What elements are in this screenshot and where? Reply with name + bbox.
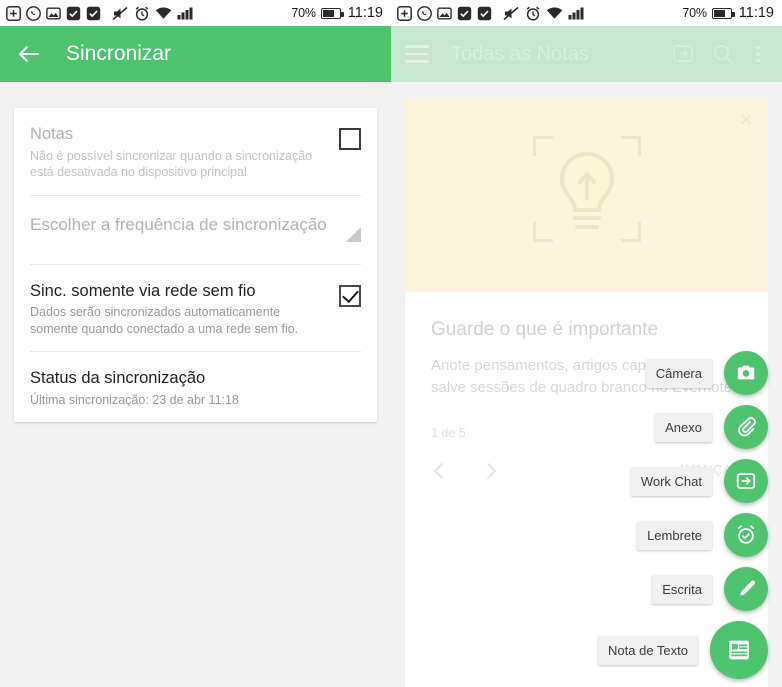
app-title: Todas as Notas xyxy=(451,42,589,65)
row-text: Status da sincronização Última sincroniz… xyxy=(30,368,361,408)
fab-row-work-chat: Work Chat xyxy=(630,459,768,503)
back-arrow-icon[interactable] xyxy=(16,41,42,67)
fab-label: Anexo xyxy=(655,412,712,442)
chevron-left-icon[interactable] xyxy=(431,462,447,479)
check-box-icon xyxy=(477,6,492,21)
camera-icon[interactable] xyxy=(724,351,768,395)
status-icons-left xyxy=(6,5,291,21)
left-screen: 70% 11:19 Sincronizar Notas Não é possív… xyxy=(0,0,391,687)
clock: 11:19 xyxy=(738,5,774,21)
fab-row-nota-de-texto: Nota de Texto xyxy=(598,621,768,679)
fab-label: Nota de Texto xyxy=(598,635,698,665)
row-title: Status da sincronização xyxy=(30,369,206,388)
status-right-left: 70% 11:19 xyxy=(291,5,383,21)
row-title: Notas xyxy=(30,125,74,143)
row-text: Sinc. somente via rede sem fio Dados ser… xyxy=(30,281,339,338)
row-subtitle: Última sincronização: 23 de abr 11:18 xyxy=(30,392,239,407)
lightbulb-icon xyxy=(532,128,641,260)
battery-icon xyxy=(320,7,344,19)
setting-row-frequencia[interactable]: Escolher a frequência de sincronização xyxy=(30,196,361,265)
status-right-right: 70% 11:19 xyxy=(682,5,774,21)
check-box-icon xyxy=(457,6,472,21)
battery-icon xyxy=(711,7,735,19)
status-bar-left: 70% 11:19 xyxy=(0,0,391,26)
status-icons-right xyxy=(397,5,682,21)
paperclip-icon[interactable] xyxy=(724,405,768,449)
dropdown-triangle-icon[interactable] xyxy=(339,222,361,244)
wifi-icon xyxy=(546,6,563,21)
close-icon[interactable]: × xyxy=(736,109,756,131)
fab-menu: Câmera Anexo Work Chat Lembrete Escrita … xyxy=(598,351,768,679)
battery-percent: 70% xyxy=(291,6,316,20)
check-box-icon xyxy=(66,6,81,21)
hamburger-icon[interactable] xyxy=(405,45,429,63)
fab-label: Câmera xyxy=(645,358,712,388)
whatsapp-icon xyxy=(26,5,41,21)
signal-icon xyxy=(568,6,585,21)
wifi-icon xyxy=(155,6,172,21)
row-title: Sinc. somente via rede sem fio xyxy=(30,281,256,300)
work-chat-icon[interactable] xyxy=(724,459,768,503)
mute-icon xyxy=(503,6,520,21)
dual-screenshot: 70% 11:19 Sincronizar Notas Não é possív… xyxy=(0,0,782,687)
battery-percent: 70% xyxy=(682,6,707,20)
fab-row-camera: Câmera xyxy=(645,351,768,395)
page-title: Sincronizar xyxy=(66,42,172,65)
signal-icon xyxy=(177,6,194,21)
search-icon[interactable] xyxy=(710,41,736,67)
photo-icon xyxy=(437,6,452,21)
fab-row-anexo: Anexo xyxy=(655,405,768,449)
fab-label: Escrita xyxy=(652,574,712,604)
check-box-icon xyxy=(86,6,101,21)
app-bar-left: Sincronizar xyxy=(0,26,391,82)
row-title: Escolher a frequência de sincronização xyxy=(30,214,327,234)
alarm-clock-icon[interactable] xyxy=(724,513,768,557)
alarm-icon xyxy=(134,6,150,21)
clock: 11:19 xyxy=(347,5,383,21)
row-text: Notas Não é possível sincronizar quando … xyxy=(30,124,339,181)
work-chat-icon[interactable] xyxy=(670,41,696,67)
fab-row-lembrete: Lembrete xyxy=(637,513,768,557)
right-screen: 70% 11:19 Todas as Notas × Guarde o que … xyxy=(391,0,782,687)
row-text: Escolher a frequência de sincronização xyxy=(30,214,339,236)
setting-row-notas[interactable]: Notas Não é possível sincronizar quando … xyxy=(30,108,361,196)
row-subtitle: Dados serão sincronizados automaticament… xyxy=(30,305,299,336)
setting-row-wifi-only[interactable]: Sinc. somente via rede sem fio Dados ser… xyxy=(30,265,361,353)
fab-label: Work Chat xyxy=(630,466,712,496)
promo-title: Guarde o que é importante xyxy=(431,319,659,340)
sync-settings-card: Notas Não é possível sincronizar quando … xyxy=(14,108,377,423)
add-box-icon xyxy=(6,5,21,21)
chevron-right-icon[interactable] xyxy=(483,462,499,479)
overflow-menu-icon[interactable] xyxy=(748,41,768,67)
status-bar-right: 70% 11:19 xyxy=(391,0,782,26)
row-subtitle: Não é possível sincronizar quando a sinc… xyxy=(30,148,313,180)
alarm-icon xyxy=(525,6,541,21)
text-note-icon[interactable] xyxy=(710,621,768,679)
promo-banner: × xyxy=(405,100,768,292)
fab-label: Lembrete xyxy=(637,520,712,550)
app-bar-right: Todas as Notas xyxy=(391,26,782,82)
add-box-icon xyxy=(397,5,412,21)
whatsapp-icon xyxy=(417,5,432,21)
photo-icon xyxy=(46,6,61,21)
pen-icon[interactable] xyxy=(724,567,768,611)
mute-icon xyxy=(112,6,129,21)
fab-row-escrita: Escrita xyxy=(652,567,768,611)
setting-row-status[interactable]: Status da sincronização Última sincroniz… xyxy=(30,352,361,422)
checkbox-wifi-only[interactable] xyxy=(339,284,361,307)
checkbox-notas[interactable] xyxy=(339,128,361,150)
